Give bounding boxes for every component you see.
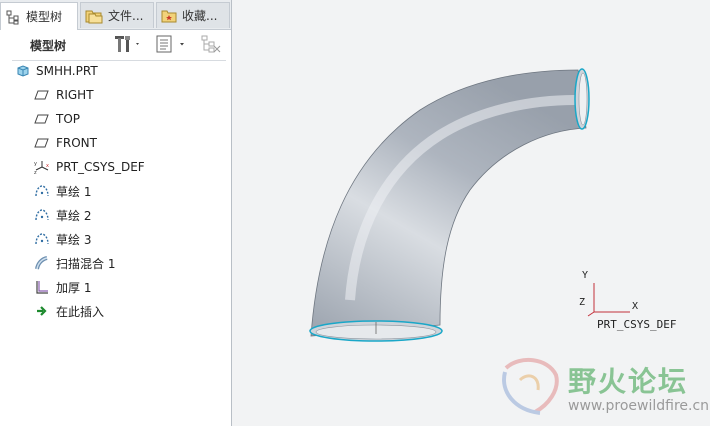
tree-item-right[interactable]: RIGHT bbox=[34, 85, 94, 105]
model-tree-panel: 模型树 文件... 收藏... 模型树 SMHH.PRT RIGHT TOP F… bbox=[0, 0, 232, 426]
tree-item-label: 在此插入 bbox=[56, 304, 105, 319]
datum-plane-icon bbox=[34, 114, 49, 124]
tab-folder-browser[interactable]: 文件... bbox=[80, 2, 154, 28]
panel-tabs: 模型树 文件... 收藏... bbox=[0, 0, 231, 30]
tree-item-sketch-3[interactable]: 草绘 3 bbox=[34, 229, 91, 249]
watermark-title: 野火论坛 bbox=[568, 365, 689, 398]
csys-icon: y x z bbox=[34, 161, 49, 175]
tree-item-sketch-2[interactable]: 草绘 2 bbox=[34, 205, 91, 225]
tab-label: 文件... bbox=[108, 9, 144, 23]
list-dropdown-icon bbox=[156, 35, 184, 53]
graphics-viewport[interactable]: Y Z X PRT_CSYS_DEF 野火论坛 www.proewildfire… bbox=[232, 0, 710, 426]
tree-item-thicken[interactable]: 加厚 1 bbox=[34, 277, 91, 297]
svg-text:y: y bbox=[34, 161, 37, 167]
datum-plane-icon bbox=[34, 90, 49, 100]
axis-x-label: X bbox=[632, 301, 638, 312]
tree-item-label: TOP bbox=[56, 112, 81, 126]
tab-favorites[interactable]: 收藏... bbox=[156, 2, 230, 28]
tools-icon bbox=[115, 36, 139, 52]
tree-item-label: 加厚 1 bbox=[56, 280, 92, 295]
tab-label: 收藏... bbox=[182, 9, 218, 23]
tree-item-swept-blend[interactable]: 扫描混合 1 bbox=[34, 253, 115, 273]
tree-item-label: RIGHT bbox=[56, 88, 94, 102]
tree-root-part[interactable]: SMHH.PRT bbox=[16, 61, 98, 81]
model-tree-title: 模型树 bbox=[30, 39, 67, 53]
tab-label: 模型树 bbox=[26, 10, 63, 24]
tree-item-sketch-1[interactable]: 草绘 1 bbox=[34, 181, 91, 201]
csys-name-label: PRT_CSYS_DEF bbox=[597, 318, 676, 331]
sketch-icon bbox=[35, 185, 49, 197]
tree-item-top[interactable]: TOP bbox=[34, 109, 80, 129]
settings-button[interactable] bbox=[112, 33, 142, 55]
datum-plane-icon bbox=[34, 138, 49, 148]
axis-z-label: Z bbox=[579, 297, 585, 308]
tree-item-label: 草绘 3 bbox=[56, 232, 92, 247]
tree-item-insert-here[interactable]: 在此插入 bbox=[34, 301, 104, 321]
svg-text:x: x bbox=[46, 163, 49, 169]
show-options-button[interactable] bbox=[152, 33, 188, 55]
svg-text:z: z bbox=[34, 170, 37, 175]
tree-item-label: PRT_CSYS_DEF bbox=[56, 160, 145, 174]
part-cube-icon bbox=[17, 65, 29, 77]
tree-item-label: 草绘 2 bbox=[56, 208, 92, 223]
insert-here-arrow-icon bbox=[37, 306, 47, 316]
filter-button[interactable] bbox=[198, 33, 224, 55]
tab-model-tree[interactable]: 模型树 bbox=[0, 2, 78, 30]
csys-triad: Y Z X PRT_CSYS_DEF bbox=[579, 270, 676, 331]
tree-item-label: 草绘 1 bbox=[56, 184, 92, 199]
thicken-icon bbox=[36, 281, 48, 294]
tree-item-label: 扫描混合 1 bbox=[56, 256, 116, 271]
tree-item-csys[interactable]: y x z PRT_CSYS_DEF bbox=[34, 157, 145, 177]
tree-item-front[interactable]: FRONT bbox=[34, 133, 97, 153]
sketch-icon bbox=[35, 209, 49, 221]
axis-y-label: Y bbox=[582, 270, 588, 281]
tree-icon bbox=[6, 10, 19, 24]
tree-item-label: FRONT bbox=[56, 136, 97, 150]
folders-icon bbox=[85, 10, 103, 23]
sketch-icon bbox=[35, 233, 49, 245]
swept-blend-icon bbox=[35, 256, 48, 270]
watermark-url: www.proewildfire.cn bbox=[568, 398, 710, 414]
tree-item-label: SMHH.PRT bbox=[36, 64, 98, 78]
filter-tree-icon bbox=[201, 35, 221, 53]
watermark-logo bbox=[502, 357, 559, 415]
star-folder-icon bbox=[161, 10, 177, 22]
